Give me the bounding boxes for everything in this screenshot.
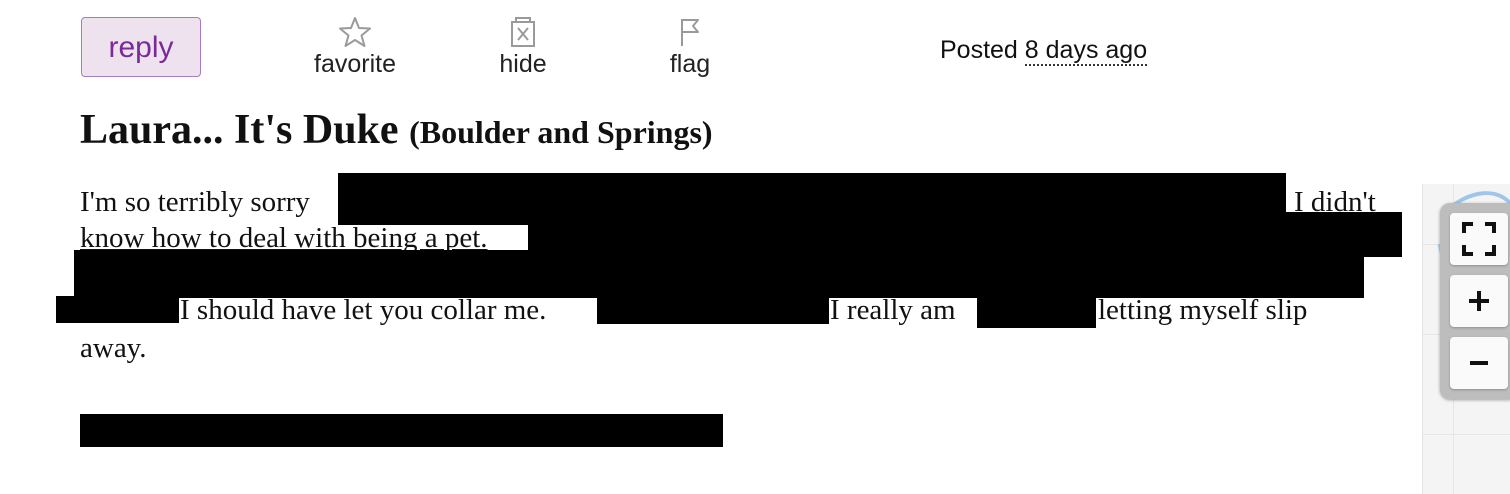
posted-relative-time: 8 days ago (1024, 36, 1148, 66)
minus-icon (1470, 361, 1488, 365)
fullscreen-icon (1462, 222, 1496, 256)
body-line-5: away. (80, 332, 147, 364)
zoom-in-button[interactable] (1450, 275, 1508, 327)
redaction-bar (74, 250, 1364, 298)
hide-x-icon (511, 17, 535, 47)
redaction-bar (80, 414, 723, 447)
post-title-text: Laura... It's Duke (80, 107, 399, 153)
star-icon (339, 17, 371, 47)
posted-prefix: Posted (940, 36, 1018, 64)
plus-icon (1469, 291, 1489, 311)
hide-label: hide (499, 50, 547, 78)
map-grid-line (1423, 434, 1510, 435)
reply-button[interactable]: reply (81, 17, 201, 77)
redaction-bar (597, 294, 829, 324)
body-line-1-start: I'm so terribly sorry (80, 186, 310, 218)
posted-date: Posted 8 days ago (940, 36, 1148, 66)
redaction-bar (56, 296, 179, 323)
favorite-label: favorite (314, 50, 396, 78)
fullscreen-button[interactable] (1450, 213, 1508, 265)
favorite-button[interactable]: favorite (300, 16, 410, 79)
zoom-out-button[interactable] (1450, 337, 1508, 389)
redaction-bar (977, 294, 1096, 328)
post-location: (Boulder and Springs) (409, 114, 713, 150)
map-controls (1440, 203, 1510, 399)
flag-button[interactable]: flag (635, 16, 745, 79)
flag-icon (681, 19, 699, 46)
hide-button[interactable]: hide (468, 16, 578, 79)
post-title: Laura... It's Duke (Boulder and Springs) (80, 106, 713, 154)
flag-label: flag (669, 50, 711, 78)
